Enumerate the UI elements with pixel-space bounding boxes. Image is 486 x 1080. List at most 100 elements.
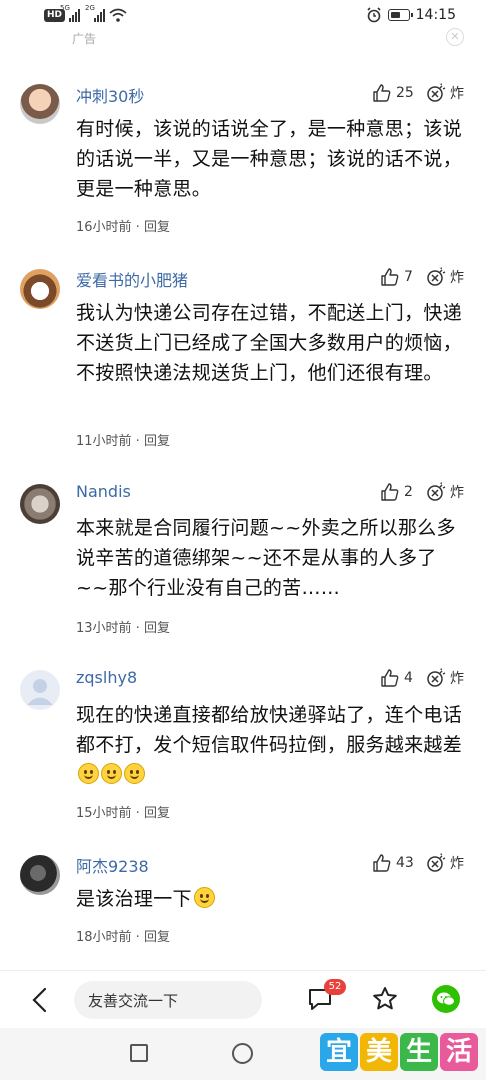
wechat-glyph-icon (437, 992, 455, 1006)
comment-text-body: 现在的快递直接都给放快递驿站了，连个电话都不打，发个短信取件码拉倒，服务越来越差 (76, 704, 463, 756)
battery-icon (387, 9, 413, 21)
network-type-label-2: 2G (85, 3, 95, 12)
boom-button[interactable]: 炸 (426, 668, 464, 688)
avatar[interactable] (20, 855, 60, 895)
comment-time: 15小时前 (76, 806, 132, 821)
comment-meta: 15小时前 · 回复 (76, 802, 170, 821)
recent-apps-button[interactable] (130, 1044, 148, 1062)
watermark-char: 宜 (320, 1033, 358, 1071)
watermark-char: 活 (440, 1033, 478, 1071)
username[interactable]: 冲刺30秒 (76, 83, 144, 107)
like-button[interactable]: 7 (380, 267, 413, 287)
comment-text: 本来就是合同履行问题~~外卖之所以那么多说辛苦的道德绑架~~还不是从事的人多了~… (76, 517, 456, 599)
back-arrow-icon[interactable] (30, 987, 50, 1013)
thumbs-up-icon (381, 669, 399, 687)
avatar[interactable] (20, 670, 60, 710)
boom-label: 炸 (450, 671, 464, 687)
username[interactable]: Nandis (76, 482, 131, 501)
wechat-share-icon[interactable] (432, 985, 460, 1013)
smile-emoji-icon (78, 763, 99, 784)
watermark-char: 生 (400, 1033, 438, 1071)
comment-time: 16小时前 (76, 220, 132, 235)
comment-input-placeholder: 友善交流一下 (88, 992, 179, 1010)
bomb-icon (427, 83, 446, 102)
boom-button[interactable]: 炸 (426, 267, 464, 287)
smile-emoji-icon (124, 763, 145, 784)
separator-dot: · (131, 434, 144, 449)
avatar[interactable] (20, 84, 60, 124)
star-icon[interactable] (371, 985, 399, 1013)
grin-emoji-icon (193, 887, 215, 908)
reply-button[interactable]: 回复 (144, 930, 170, 945)
comment-time: 11小时前 (76, 434, 132, 449)
alarm-icon (367, 7, 381, 23)
reply-button[interactable]: 回复 (144, 806, 170, 821)
comment-text-body: 是该治理一下 (76, 888, 192, 910)
smile-emoji-icon (101, 763, 122, 784)
bomb-icon (427, 267, 446, 286)
bottom-action-bar: 友善交流一下 52 (0, 970, 486, 1029)
comment-time: 18小时前 (76, 930, 132, 945)
bomb-icon (427, 668, 446, 687)
watermark-logo: 宜 美 生 活 (320, 1033, 478, 1071)
comment-text: 有时候，该说的话说全了，是一种意思；该说的话说一半，又是一种意思；该说的话不说，… (76, 118, 463, 200)
comment-input[interactable]: 友善交流一下 (74, 981, 262, 1019)
reply-button[interactable]: 回复 (144, 434, 170, 449)
separator-dot: · (131, 806, 144, 821)
like-button[interactable]: 25 (372, 83, 414, 103)
wifi-icon (109, 8, 127, 22)
default-avatar-icon (27, 679, 53, 705)
like-count: 7 (404, 269, 413, 285)
like-count: 4 (404, 670, 413, 686)
comment-meta: 13小时前 · 回复 (76, 617, 170, 636)
watermark-char: 美 (360, 1033, 398, 1071)
separator-dot: · (131, 621, 144, 636)
status-bar: HD 5G 2G 14:15 (0, 0, 486, 32)
like-button[interactable]: 43 (372, 853, 414, 873)
boom-button[interactable]: 炸 (426, 482, 464, 502)
avatar[interactable] (20, 484, 60, 524)
home-button[interactable] (232, 1043, 253, 1064)
status-left: HD 5G 2G (44, 4, 127, 22)
like-button[interactable]: 4 (380, 668, 413, 688)
username[interactable]: 阿杰9238 (76, 853, 149, 877)
network-type-label: 5G (60, 3, 70, 12)
comment-text: 我认为快递公司存在过错，不配送上门，快递不送货上门已经成了全国大多数用户的烦恼，… (76, 302, 463, 384)
comment-meta: 16小时前 · 回复 (76, 216, 170, 235)
like-button[interactable]: 2 (380, 482, 413, 502)
thumbs-up-icon (381, 483, 399, 501)
comment-count-badge: 52 (324, 979, 346, 995)
username[interactable]: 爱看书的小肥猪 (76, 267, 188, 291)
like-count: 43 (396, 855, 414, 871)
reply-button[interactable]: 回复 (144, 220, 170, 235)
avatar[interactable] (20, 269, 60, 309)
ad-close-button[interactable]: ✕ (446, 28, 464, 46)
separator-dot: · (131, 930, 144, 945)
comment-text: 现在的快递直接都给放快递驿站了，连个电话都不打，发个短信取件码拉倒，服务越来越差 (76, 700, 466, 790)
status-right: 14:15 (366, 7, 456, 23)
clock: 14:15 (415, 7, 456, 23)
boom-label: 炸 (450, 485, 464, 501)
ad-label: 广告 (72, 32, 97, 46)
reply-button[interactable]: 回复 (144, 621, 170, 636)
comment-meta: 11小时前 · 回复 (76, 430, 170, 449)
comment-time: 13小时前 (76, 621, 132, 636)
bomb-icon (427, 853, 446, 872)
username[interactable]: zqslhy8 (76, 668, 137, 687)
bomb-icon (427, 482, 446, 501)
boom-button[interactable]: 炸 (426, 853, 464, 873)
separator-dot: · (131, 220, 144, 235)
thumbs-up-icon (373, 854, 391, 872)
thumbs-up-icon (381, 268, 399, 286)
thumbs-up-icon (373, 84, 391, 102)
boom-label: 炸 (450, 856, 464, 872)
like-count: 2 (404, 484, 413, 500)
comment-meta: 18小时前 · 回复 (76, 926, 170, 945)
comment-text: 是该治理一下 (76, 884, 466, 914)
boom-button[interactable]: 炸 (426, 83, 464, 103)
like-count: 25 (396, 85, 414, 101)
boom-label: 炸 (450, 86, 464, 102)
signal-icon: 5G (60, 4, 81, 22)
signal-icon-2: 2G (85, 4, 106, 22)
boom-label: 炸 (450, 270, 464, 286)
